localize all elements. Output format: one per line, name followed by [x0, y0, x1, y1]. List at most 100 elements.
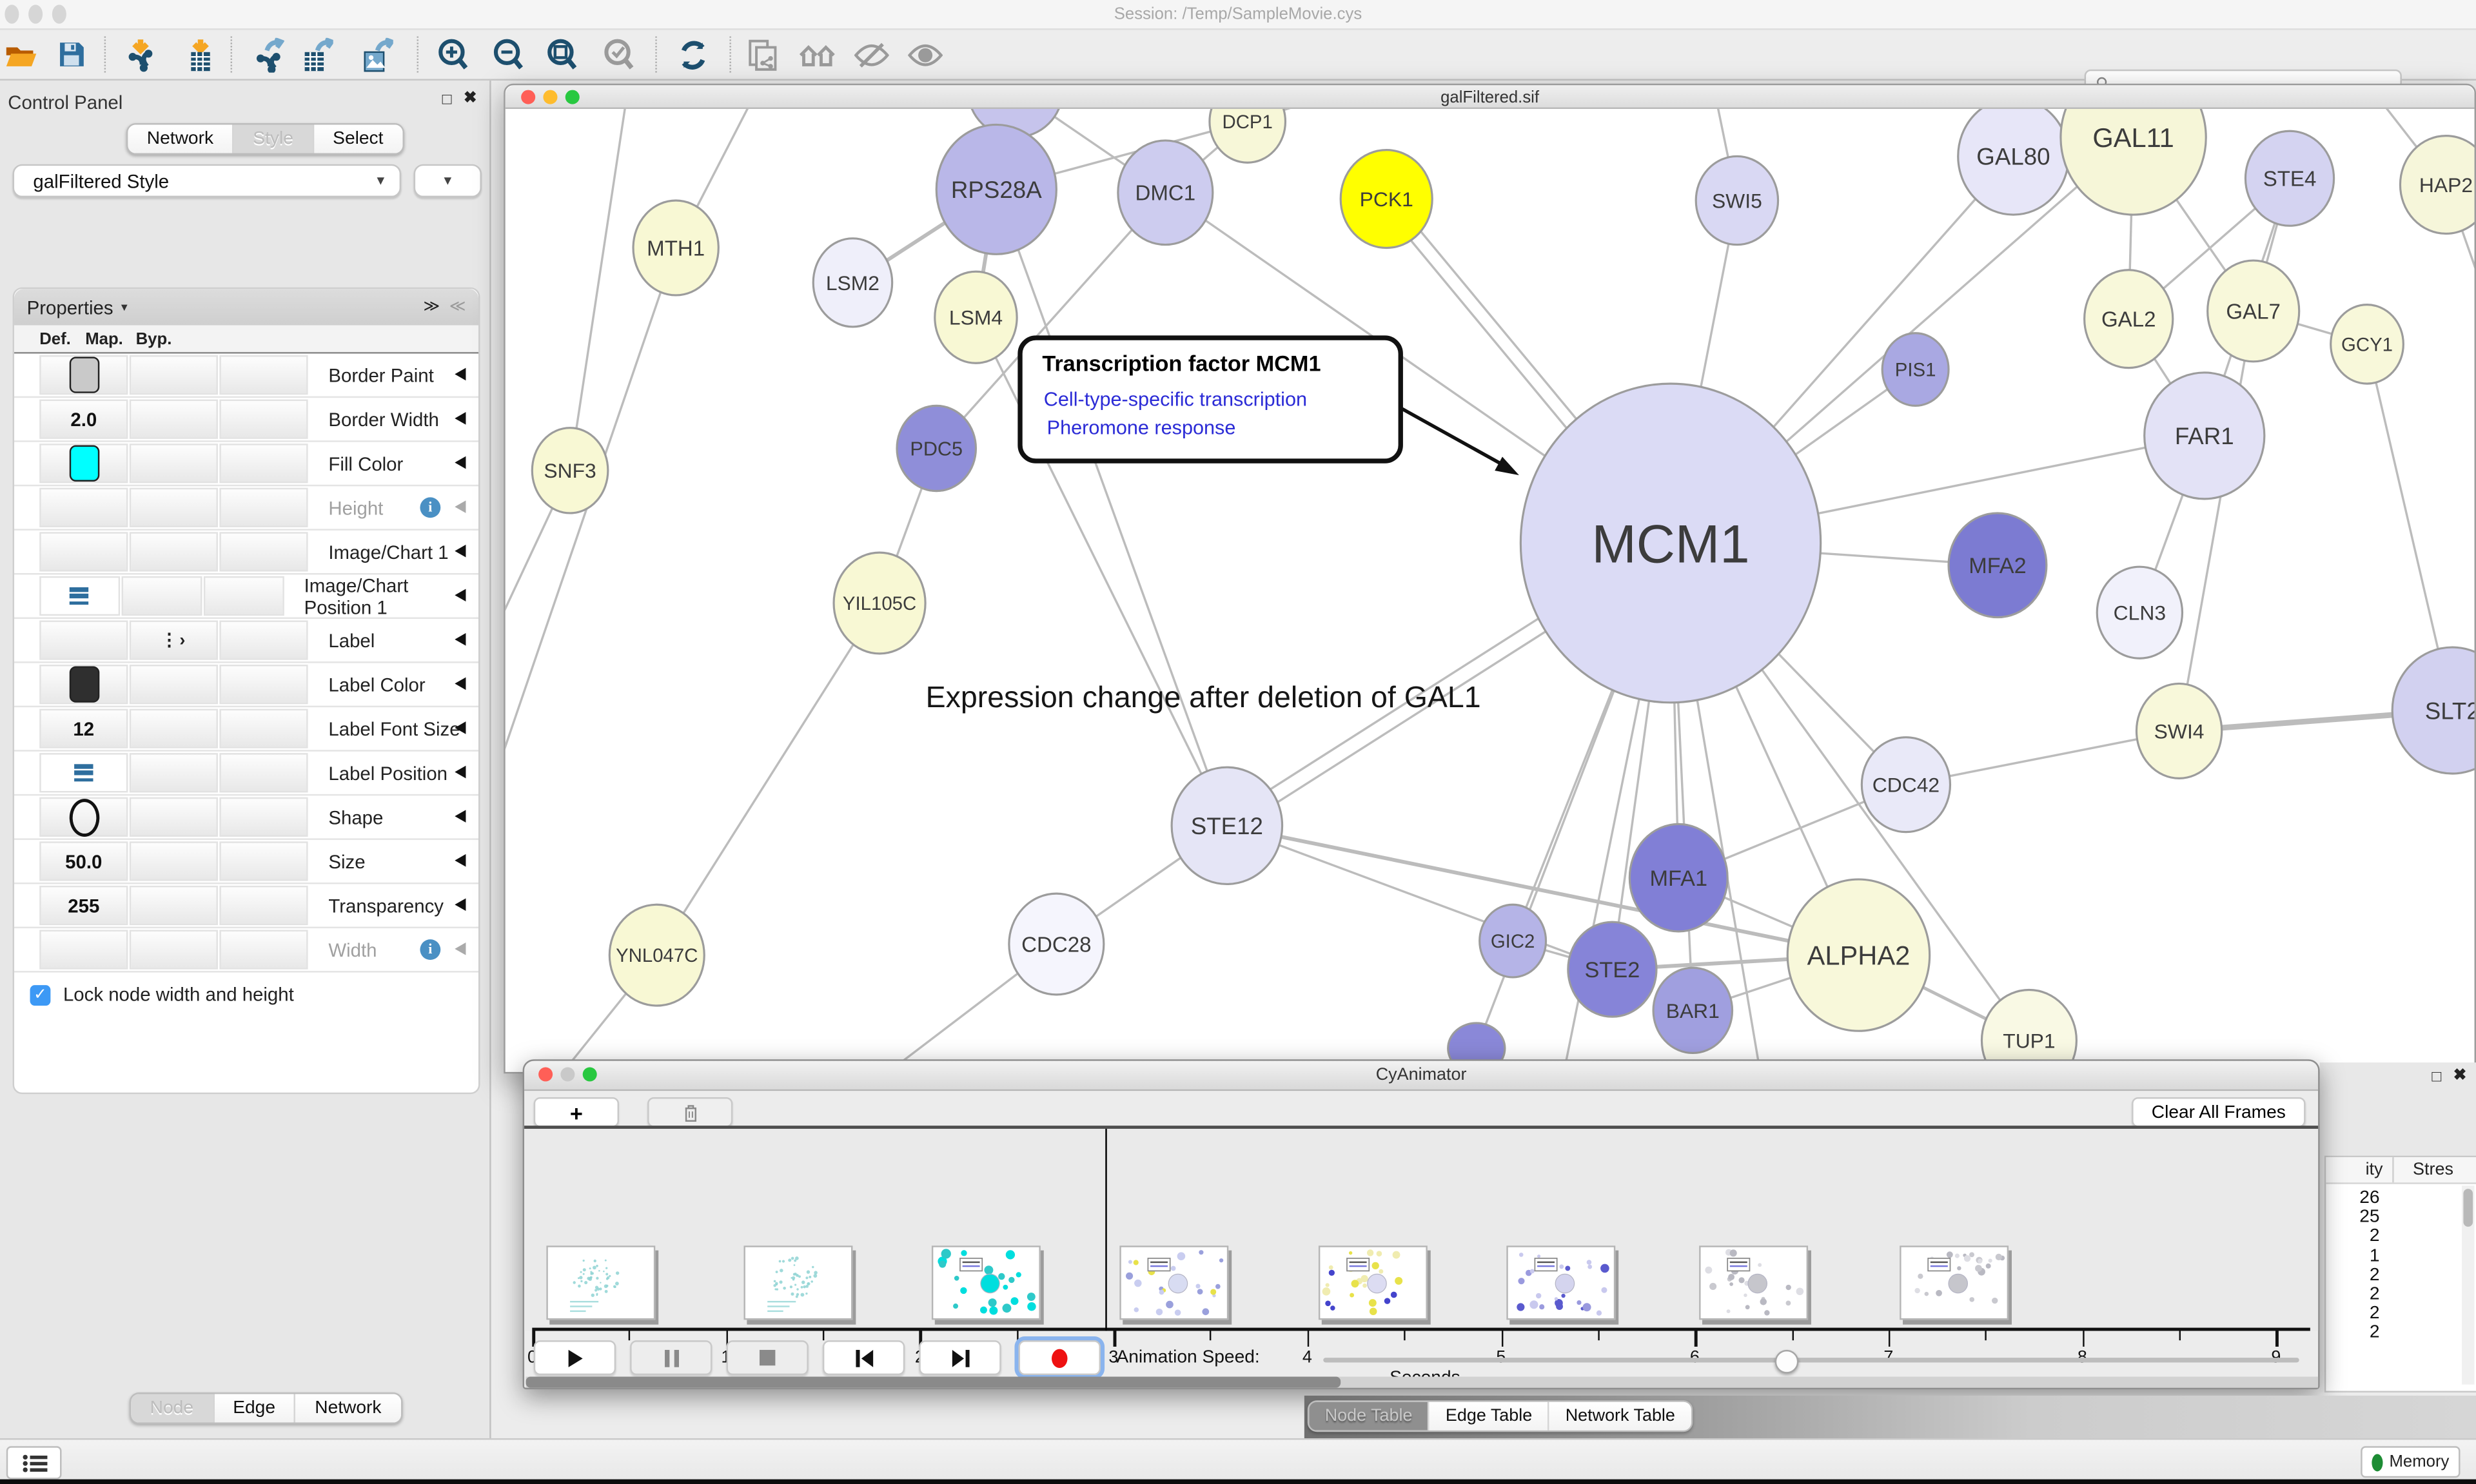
bypass-cell[interactable] — [219, 709, 308, 748]
skip-start-button[interactable] — [823, 1340, 905, 1375]
export-network-icon[interactable] — [248, 35, 289, 74]
mapping-cell[interactable] — [130, 841, 218, 881]
default-value-cell[interactable]: 12 — [39, 709, 128, 748]
skip-end-button[interactable] — [919, 1340, 1001, 1375]
expand-property-icon[interactable] — [455, 942, 466, 955]
expand-property-icon[interactable] — [455, 633, 466, 646]
property-row-image-chart-1[interactable]: Image/Chart 1 — [14, 531, 478, 575]
bypass-cell[interactable] — [219, 841, 308, 881]
frame-thumbnail-3[interactable] — [1119, 1245, 1228, 1320]
zoom-in-icon[interactable] — [433, 35, 474, 74]
bypass-cell[interactable] — [219, 797, 308, 837]
expand-property-icon[interactable] — [455, 412, 466, 425]
mapping-cell[interactable] — [130, 709, 218, 748]
mapping-cell[interactable] — [121, 576, 202, 616]
expand-property-icon[interactable] — [455, 810, 466, 823]
mapping-cell[interactable] — [130, 444, 218, 483]
frame-thumbnail-6[interactable] — [1699, 1245, 1808, 1320]
property-row-label-font-size[interactable]: 12Label Font Size — [14, 707, 478, 752]
mapping-cell[interactable]: ⋮› — [130, 620, 218, 659]
import-table-icon[interactable] — [180, 35, 221, 74]
expand-property-icon[interactable] — [455, 766, 466, 779]
tab-select[interactable]: Select — [314, 124, 402, 153]
tab-network[interactable]: Network — [128, 124, 234, 153]
pause-button[interactable] — [630, 1340, 712, 1375]
refresh-icon[interactable] — [673, 35, 714, 74]
mapping-cell[interactable] — [130, 355, 218, 395]
style-selector[interactable]: galFiltered Style▼ — [13, 164, 401, 197]
open-session-icon[interactable] — [1, 35, 43, 74]
property-row-label-position[interactable]: Label Position — [14, 752, 478, 796]
property-row-image-chart-position-1[interactable]: Image/Chart Position 1 — [14, 574, 478, 619]
column-header[interactable]: ity — [2326, 1160, 2383, 1179]
timeline-area[interactable]: 0123456789Seconds — [524, 1129, 2318, 1331]
timeline-playhead[interactable] — [1105, 1129, 1106, 1331]
close-panel-icon[interactable]: ✖ — [464, 90, 477, 108]
property-row-width[interactable]: Widthi — [14, 928, 478, 973]
stop-button[interactable] — [727, 1340, 809, 1375]
bypass-cell[interactable] — [219, 355, 308, 395]
close-panel-icon[interactable]: ✖ — [2453, 1068, 2467, 1085]
default-value-cell[interactable]: 50.0 — [39, 841, 128, 881]
expand-property-icon[interactable] — [455, 589, 466, 601]
mapping-cell[interactable] — [130, 532, 218, 571]
share-document-icon[interactable] — [742, 35, 783, 74]
mapping-cell[interactable] — [130, 753, 218, 792]
collapse-all-icon[interactable]: ≪ — [449, 298, 466, 316]
network-edge[interactable] — [506, 471, 570, 1047]
add-frame-button[interactable]: + — [534, 1097, 619, 1128]
mapping-cell[interactable] — [130, 400, 218, 439]
frame-thumbnail-1[interactable] — [743, 1245, 852, 1320]
task-history-button[interactable] — [6, 1446, 62, 1479]
expand-property-icon[interactable] — [455, 678, 466, 690]
default-value-cell[interactable] — [39, 532, 128, 571]
clear-all-frames-button[interactable]: Clear All Frames — [2132, 1097, 2305, 1128]
frame-thumbnail-0[interactable] — [546, 1245, 655, 1320]
float-panel-icon[interactable]: □ — [2432, 1069, 2441, 1086]
expand-all-icon[interactable]: ≫ — [423, 298, 440, 316]
import-network-icon[interactable] — [120, 35, 161, 74]
property-row-label-color[interactable]: Label Color — [14, 663, 478, 708]
property-row-transparency[interactable]: 255Transparency — [14, 884, 478, 928]
tab-edge[interactable]: Edge — [214, 1394, 296, 1422]
frame-thumbnail-2[interactable] — [932, 1245, 1041, 1320]
default-value-cell[interactable]: 2.0 — [39, 400, 128, 439]
tab-network[interactable]: Network — [296, 1394, 400, 1422]
memory-button[interactable]: Memory — [2361, 1446, 2460, 1478]
default-value-cell[interactable] — [39, 620, 128, 659]
cyanimator-titlebar[interactable]: CyAnimator — [524, 1061, 2318, 1091]
expand-property-icon[interactable] — [455, 500, 466, 513]
hide-selected-icon[interactable] — [851, 35, 892, 74]
default-value-cell[interactable] — [39, 930, 128, 969]
network-edge[interactable] — [657, 603, 879, 955]
bypass-cell[interactable] — [219, 488, 308, 527]
style-options-button[interactable]: ▼ — [414, 164, 482, 197]
mapping-cell[interactable] — [130, 886, 218, 925]
zoom-selected-icon[interactable] — [598, 35, 640, 74]
show-all-icon[interactable] — [905, 35, 946, 74]
property-row-fill-color[interactable]: Fill Color — [14, 442, 478, 487]
speed-slider-handle[interactable] — [1775, 1350, 1799, 1374]
expand-property-icon[interactable] — [455, 898, 466, 911]
lock-size-checkbox[interactable]: ✓ — [30, 984, 51, 1005]
expand-property-icon[interactable] — [455, 545, 466, 558]
table-scrollbar[interactable] — [2462, 1186, 2475, 1385]
properties-header[interactable]: Properties▾ ≫ ≪ — [14, 289, 478, 325]
default-value-cell[interactable] — [39, 665, 128, 704]
property-row-label[interactable]: ⋮›Label — [14, 619, 478, 663]
frame-thumbnail-5[interactable] — [1506, 1245, 1615, 1320]
bypass-cell[interactable] — [219, 444, 308, 483]
default-value-cell[interactable] — [39, 797, 128, 837]
bypass-cell[interactable] — [219, 665, 308, 704]
float-panel-icon[interactable]: □ — [442, 92, 452, 109]
expand-property-icon[interactable] — [455, 456, 466, 469]
speed-slider[interactable] — [1323, 1358, 2299, 1362]
default-value-cell[interactable] — [39, 444, 128, 483]
timeline-hscrollbar[interactable] — [526, 1377, 2319, 1388]
frame-thumbnail-7[interactable] — [1900, 1245, 2009, 1320]
play-button[interactable] — [534, 1340, 616, 1375]
tab-edge-table[interactable]: Edge Table — [1430, 1402, 1549, 1430]
save-session-icon[interactable] — [50, 35, 92, 74]
bypass-cell[interactable] — [219, 620, 308, 659]
delete-frame-button[interactable] — [647, 1097, 732, 1128]
